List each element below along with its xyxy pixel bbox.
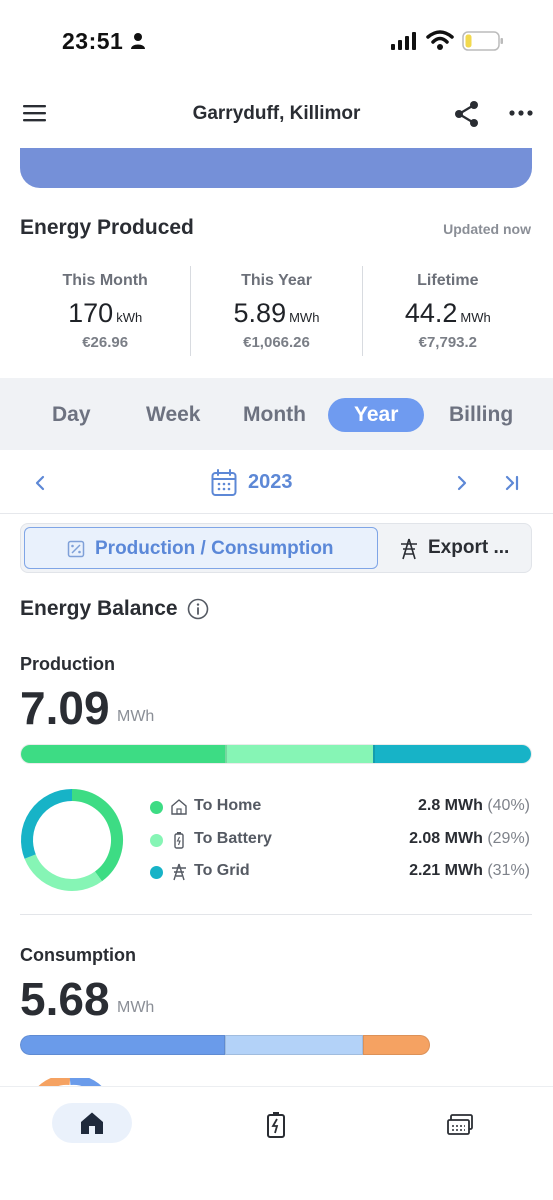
section-divider (20, 914, 532, 915)
stat-value: 5.89 (233, 298, 287, 328)
battery-icon (174, 831, 184, 849)
period-tabs: Day Week Month Year Billing (0, 378, 553, 450)
legend-percent: (29%) (487, 829, 530, 847)
share-icon[interactable] (453, 100, 481, 128)
updated-status: Updated now (443, 221, 531, 237)
grid-tower-icon (401, 538, 417, 560)
info-icon[interactable] (187, 598, 209, 620)
energy-produced-title: Energy Produced (20, 216, 194, 239)
home-icon (81, 1112, 103, 1134)
app-header: Garryduff, Killimor (0, 88, 553, 142)
legend-amount: 2.21 MWh (409, 862, 483, 879)
consumption-bar-segment (225, 1035, 363, 1055)
legend-percent: (31%) (487, 862, 530, 879)
production-legend: To Home 2.8 MWh (40%) To Battery 2.08 MW… (150, 796, 530, 894)
skip-to-last-icon[interactable] (503, 472, 521, 494)
production-bar-segment (372, 745, 531, 763)
consumption-value: 5.68 (20, 973, 110, 1025)
status-time: 23:51 (62, 28, 124, 54)
consumption-unit: MWh (117, 999, 155, 1016)
stat-money: €1,066.26 (243, 334, 310, 351)
donut-slice (71, 789, 123, 882)
nav-home-button[interactable] (52, 1103, 132, 1143)
stat-label: This Year (241, 272, 312, 289)
energy-balance-title: Energy Balance (20, 597, 178, 620)
consumption-label: Consumption (20, 945, 136, 965)
donut-slice (24, 854, 102, 891)
production-donut-chart (21, 789, 123, 891)
signal-icon (391, 32, 416, 50)
bottom-navigation (0, 1086, 553, 1200)
battery-icon (462, 31, 503, 51)
legend-dot (150, 866, 163, 879)
tab-year[interactable]: Year (328, 398, 425, 432)
legend-value: 2.21 MWh (31%) (409, 862, 530, 880)
consumption-bar-segment (20, 1035, 225, 1055)
date-navigator: 2023 (0, 458, 553, 514)
production-unit: MWh (117, 708, 155, 725)
tab-billing[interactable]: Billing (449, 398, 513, 432)
legend-value: 2.08 MWh (29%) (409, 830, 530, 848)
donut-slice (21, 789, 73, 859)
more-options-icon[interactable] (508, 100, 534, 126)
chevron-left-icon[interactable] (32, 472, 48, 494)
production-value: 7.09 (20, 682, 110, 734)
legend-percent: (40%) (487, 797, 530, 814)
production-bar-segment (225, 745, 373, 763)
legend-amount: 2.8 MWh (417, 797, 483, 814)
grid-tower-icon (172, 863, 186, 881)
legend-row-to-home: To Home 2.8 MWh (40%) (150, 796, 530, 829)
legend-amount: 2.08 MWh (409, 829, 483, 847)
devices-nav-icon[interactable] (446, 1113, 474, 1137)
stat-value-row: 44.2 MWh (363, 298, 533, 329)
battery-nav-icon[interactable] (264, 1111, 288, 1139)
legend-dot (150, 801, 163, 814)
stat-this-year: This Year 5.89 MWh €1,066.26 (190, 266, 361, 356)
stat-label: This Month (62, 272, 148, 289)
stat-unit: kWh (116, 310, 143, 325)
stat-unit: MWh (289, 310, 320, 325)
legend-row-to-battery: To Battery 2.08 MWh (29%) (150, 829, 530, 862)
legend-name: To Home (194, 797, 262, 814)
stat-money: €7,793.2 (418, 334, 478, 351)
stat-this-month: This Month 170 kWh €26.96 (20, 266, 190, 356)
stat-value-row: 5.89 MWh (191, 298, 361, 329)
consumption-breakdown-bar (20, 1035, 532, 1055)
production-bar-segment (21, 745, 225, 763)
production-breakdown-bar (20, 744, 532, 764)
tab-week[interactable]: Week (146, 398, 200, 432)
percent-box-icon (67, 540, 85, 558)
export-toggle[interactable]: Export ... (381, 527, 529, 569)
production-consumption-toggle[interactable]: Production / Consumption (24, 527, 378, 569)
wifi-icon (426, 30, 454, 50)
production-label: Production (20, 654, 115, 674)
view-toggle: Production / Consumption Export ... (20, 523, 532, 573)
stat-money: €26.96 (82, 334, 129, 351)
person-icon (131, 33, 145, 49)
legend-row-to-grid: To Grid 2.21 MWh (31%) (150, 861, 530, 894)
status-bar: 23:51 (0, 0, 553, 80)
tab-month[interactable]: Month (243, 398, 306, 432)
legend-dot (150, 833, 163, 847)
toggle-label: Export ... (428, 537, 510, 558)
stat-value: 44.2 (404, 298, 458, 328)
legend-name: To Grid (194, 862, 250, 879)
selected-year[interactable]: 2023 (248, 471, 293, 494)
stat-unit: MWh (460, 310, 491, 325)
energy-stats: This Month 170 kWh €26.96 This Year 5.89 M… (20, 266, 533, 356)
stat-value: 170 (68, 298, 114, 328)
legend-value: 2.8 MWh (40%) (418, 797, 530, 815)
calendar-icon[interactable] (211, 469, 237, 497)
consumption-bar-segment (363, 1035, 430, 1055)
toggle-label: Production / Consumption (95, 538, 334, 559)
chevron-right-icon[interactable] (454, 472, 470, 494)
home-icon (171, 799, 187, 815)
tab-day[interactable]: Day (52, 398, 91, 432)
stat-lifetime: Lifetime 44.2 MWh €7,793.2 (361, 266, 533, 356)
stat-label: Lifetime (417, 272, 479, 289)
legend-name: To Battery (194, 829, 272, 847)
stat-value-row: 170 kWh (20, 298, 190, 329)
top-banner (20, 148, 532, 188)
